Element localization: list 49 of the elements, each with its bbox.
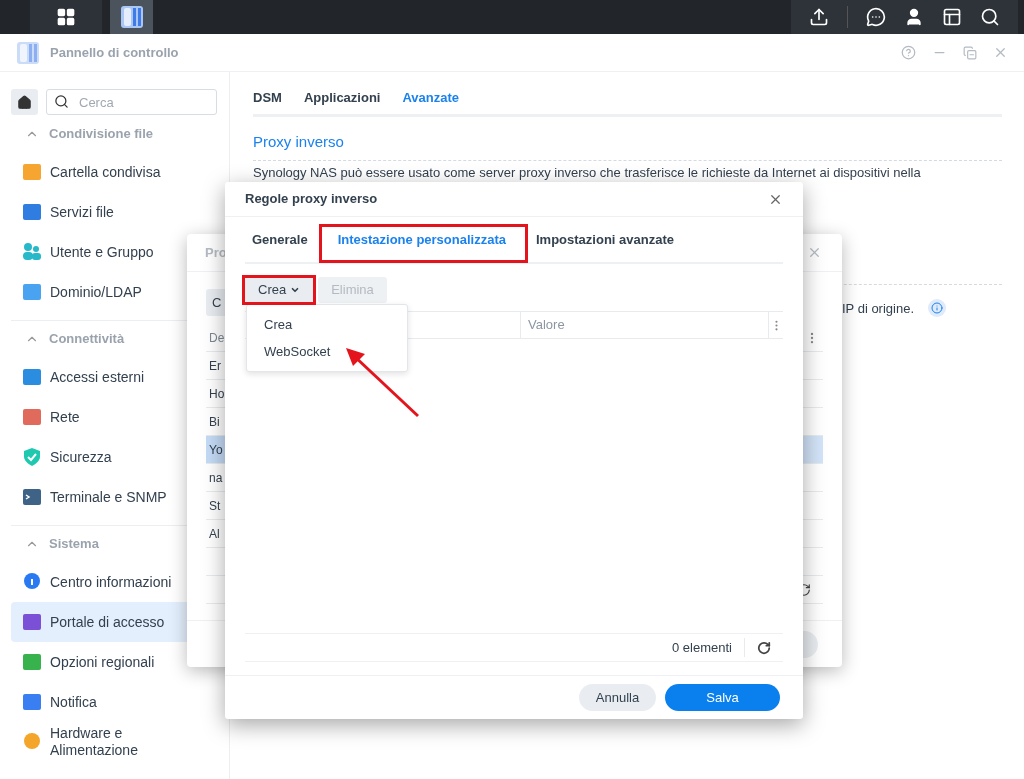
sidebar-item[interactable]: Cartella condivisa	[11, 152, 218, 192]
save-button[interactable]: Salva	[665, 684, 780, 711]
section-title: Connettività	[49, 330, 125, 349]
tab[interactable]: Applicazioni	[303, 88, 381, 108]
search-icon[interactable]	[980, 7, 1000, 27]
tab[interactable]: Generale	[252, 229, 308, 250]
menu-item[interactable]: Crea	[247, 311, 407, 338]
widgets-icon[interactable]	[942, 7, 962, 27]
user-icon[interactable]	[904, 7, 924, 27]
control-panel-icon	[119, 5, 144, 29]
delete-button: Elimina	[318, 277, 387, 303]
caret-icon	[290, 285, 301, 295]
table-cell: Yo	[206, 436, 225, 463]
upload-icon[interactable]	[809, 7, 829, 27]
search-field[interactable]: Cerca	[46, 89, 217, 115]
search-icon	[54, 94, 69, 109]
cancel-button[interactable]: Annulla	[579, 684, 656, 711]
item-count: 0 elementi	[672, 637, 745, 658]
sidebar-item[interactable]: Hardware e Alimentazione	[11, 722, 218, 762]
column-header: De	[209, 329, 225, 347]
tab[interactable]: Impostazioni avanzate	[536, 229, 674, 250]
dialog-title: Regole proxy inverso	[245, 190, 378, 209]
section-title: Sistema	[49, 535, 99, 554]
home-icon	[17, 94, 32, 110]
taskbar-app[interactable]	[110, 0, 153, 34]
section-title: Condivisione file	[49, 125, 153, 144]
apps-icon[interactable]	[56, 7, 76, 27]
description: Synology NAS può essere usato come server proxy inverso che trasferisce le richieste da Internet ai dispositivi nella	[253, 164, 922, 180]
tab[interactable]: Intestazione personalizzata	[337, 229, 506, 250]
control-panel-icon	[16, 40, 40, 65]
home-button[interactable]	[11, 89, 38, 115]
sidebar-item[interactable]: Servizi file	[11, 192, 218, 232]
shield-icon	[22, 447, 42, 467]
create-button[interactable]: Crea	[245, 277, 314, 303]
users-icon	[22, 242, 42, 262]
sidebar-item[interactable]: Opzioni regionali	[11, 642, 218, 682]
sidebar-item[interactable]: Centro informazioni	[11, 562, 218, 602]
menu-item[interactable]: WebSocket	[247, 338, 407, 365]
sidebar-item[interactable]: Notifica	[11, 682, 218, 722]
terminal-icon	[22, 487, 42, 507]
window-title: Pannello di controllo	[50, 43, 179, 62]
tab[interactable]: Avanzate	[402, 88, 460, 108]
section-heading: Proxy inverso	[253, 131, 1002, 161]
note-text: IP di origine.	[842, 299, 915, 318]
refresh-icon[interactable]	[757, 640, 771, 655]
info-icon[interactable]	[928, 299, 947, 318]
column-header: Valore	[528, 316, 565, 335]
tab[interactable]: DSM	[253, 88, 282, 108]
info-icon	[22, 572, 42, 592]
